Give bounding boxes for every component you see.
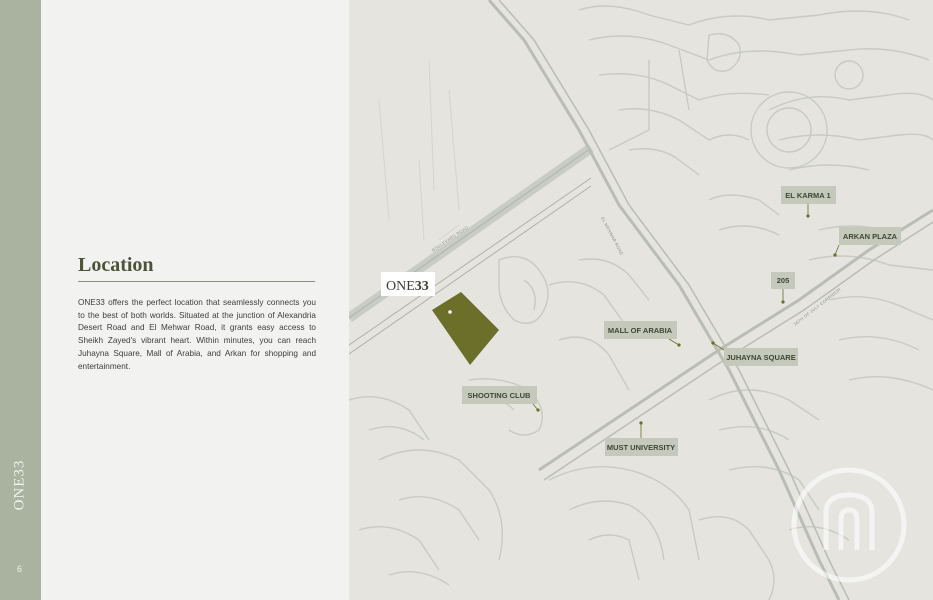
- page-number: 6: [17, 564, 23, 574]
- place-label-mall-of-arabia: MALL OF ARABIA: [608, 326, 673, 335]
- project-marker-suffix: 33: [415, 279, 429, 294]
- title-divider: [78, 281, 315, 282]
- brand-vertical: ONE33: [11, 459, 28, 511]
- place-label-arkan-plaza: ARKAN PLAZA: [843, 232, 898, 241]
- place-label-juhayna-square: JUHAYNA SQUARE: [726, 353, 795, 362]
- text-panel: Location ONE33 offers the perfect locati…: [41, 0, 349, 600]
- section-title: Location: [78, 254, 154, 276]
- place-label-205: 205: [777, 276, 790, 285]
- sidebar-band: ONE33 6: [0, 0, 41, 600]
- place-label-must-university: MUST UNIVERSITY: [607, 443, 675, 452]
- project-marker-prefix: ONE: [386, 279, 415, 294]
- section-body: ONE33 offers the perfect location that s…: [78, 298, 316, 371]
- place-label-el-karma: EL KARMA 1: [785, 191, 830, 200]
- svg-text:ONE33: ONE33: [386, 279, 429, 294]
- project-plot-pin-icon: [448, 310, 452, 314]
- project-marker: ONE33: [381, 272, 435, 296]
- place-label-shooting-club: SHOOTING CLUB: [468, 391, 531, 400]
- location-map: BOULEVARD ROAD EL MEHWAR ROAD 26TH OF JU…: [349, 0, 933, 600]
